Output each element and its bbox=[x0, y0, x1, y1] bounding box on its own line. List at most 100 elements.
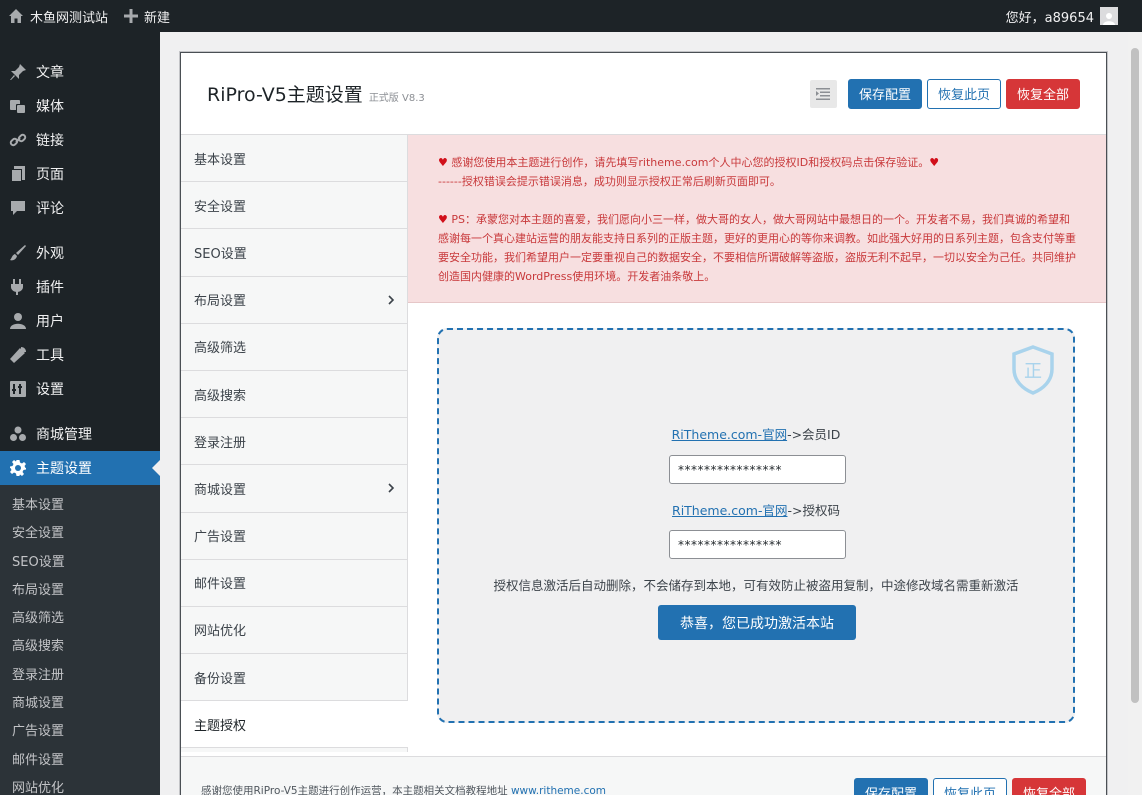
submenu-item[interactable]: 商城设置 bbox=[0, 690, 160, 718]
footer-docs-link[interactable]: www.ritheme.com bbox=[511, 785, 606, 795]
submenu-item[interactable]: 高级筛选 bbox=[0, 605, 160, 633]
heart-icon: ♥ bbox=[438, 213, 448, 226]
nav-item-login[interactable]: 登录注册 bbox=[181, 418, 407, 466]
menu-item-settings[interactable]: 设置 bbox=[0, 372, 160, 406]
page-scrollbar[interactable] bbox=[1128, 32, 1142, 795]
menu-item-shop[interactable]: 商城管理 bbox=[0, 417, 160, 451]
activation-success-button[interactable]: 恭喜，您已成功激活本站 bbox=[658, 605, 856, 640]
options-nav: 基本设置 安全设置 SEO设置 布局设置 高级筛选 高级搜索 登录注册 商城设置… bbox=[181, 135, 408, 752]
reset-page-button[interactable]: 恢复此页 bbox=[926, 78, 1001, 109]
menu-item-theme-settings[interactable]: 主题设置 bbox=[0, 451, 160, 485]
nav-item-security[interactable]: 安全设置 bbox=[181, 182, 407, 230]
label-suffix: ->会员ID bbox=[787, 427, 841, 442]
nav-item-layout[interactable]: 布局设置 bbox=[181, 276, 407, 324]
submenu-item[interactable]: 广告设置 bbox=[0, 718, 160, 746]
gear-icon bbox=[8, 458, 28, 478]
theme-submenu: 基本设置 安全设置 SEO设置 布局设置 高级筛选 高级搜索 登录注册 商城设置… bbox=[0, 485, 160, 795]
site-name-link[interactable]: 木鱼网测试站 bbox=[0, 0, 116, 32]
panel-header: RiPro-V5主题设置 正式版 V8.3 保存配置 恢复此页 恢复全部 bbox=[181, 53, 1106, 135]
nav-item-filter[interactable]: 高级筛选 bbox=[181, 323, 407, 371]
heart-icon: ♥ bbox=[929, 156, 940, 169]
menu-item-posts[interactable]: 文章 bbox=[0, 55, 160, 89]
shop-icon bbox=[8, 424, 28, 444]
ritheme-link[interactable]: RiTheme.com-官网 bbox=[672, 427, 787, 442]
submenu-item[interactable]: 网站优化 bbox=[0, 775, 160, 795]
scrollbar-thumb[interactable] bbox=[1131, 48, 1139, 703]
menu-label: 媒体 bbox=[36, 99, 64, 115]
footer-actions: 保存配置 恢复此页 恢复全部 bbox=[853, 777, 1086, 795]
ritheme-link[interactable]: RiTheme.com-官网 bbox=[672, 503, 787, 518]
reset-all-button[interactable]: 恢复全部 bbox=[1011, 777, 1086, 795]
nav-item-backup[interactable]: 备份设置 bbox=[181, 654, 407, 702]
brush-icon bbox=[8, 243, 28, 263]
menu-item-pages[interactable]: 页面 bbox=[0, 157, 160, 191]
admin-bar: 木鱼网测试站 新建 您好，a89654 bbox=[0, 0, 1142, 32]
user-icon bbox=[8, 311, 28, 331]
submenu-item[interactable]: SEO设置 bbox=[0, 549, 160, 577]
nav-item-search[interactable]: 高级搜索 bbox=[181, 370, 407, 419]
member-id-label: RiTheme.com-官网->会员ID bbox=[439, 424, 1073, 443]
submenu-item[interactable]: 登录注册 bbox=[0, 662, 160, 690]
link-icon bbox=[8, 130, 28, 150]
plus-icon bbox=[124, 9, 139, 23]
page-icon bbox=[8, 164, 28, 184]
reset-page-button[interactable]: 恢复此页 bbox=[932, 777, 1007, 795]
menu-item-media[interactable]: 媒体 bbox=[0, 89, 160, 123]
new-content-link[interactable]: 新建 bbox=[116, 0, 178, 32]
version-badge: 正式版 V8.3 bbox=[368, 93, 425, 104]
save-button[interactable]: 保存配置 bbox=[853, 777, 928, 795]
notice-line-1: ♥ 感谢您使用本主题进行创作，请先填写ritheme.com个人中心您的授权ID… bbox=[438, 153, 1076, 172]
reset-all-button[interactable]: 恢复全部 bbox=[1005, 78, 1080, 109]
chevron-right-icon bbox=[388, 482, 395, 497]
nav-label: 商城设置 bbox=[194, 482, 247, 498]
license-box: 正 RiTheme.com-官网->会员ID **************** … bbox=[437, 328, 1075, 723]
menu-label: 评论 bbox=[36, 201, 64, 217]
theme-options-panel: RiPro-V5主题设置 正式版 V8.3 保存配置 恢复此页 恢复全部 基本设… bbox=[180, 52, 1107, 795]
nav-item-seo[interactable]: SEO设置 bbox=[181, 229, 407, 277]
nav-label: 布局设置 bbox=[194, 294, 247, 310]
menu-label: 设置 bbox=[36, 382, 64, 398]
site-name: 木鱼网测试站 bbox=[30, 10, 109, 26]
menu-label: 外观 bbox=[36, 246, 64, 262]
notice-ps: ♥ PS：承蒙您对本主题的喜爱，我们愿向小三一样，做大哥的女人，做大哥网站中最想… bbox=[438, 210, 1076, 286]
panel-footer: 感谢您使用RiPro-V5主题进行创作运营，本主题相关文档教程地址 www.ri… bbox=[181, 756, 1106, 795]
menu-label: 链接 bbox=[36, 133, 64, 149]
menu-label: 商城管理 bbox=[36, 427, 92, 443]
menu-item-appearance[interactable]: 外观 bbox=[0, 236, 160, 270]
media-icon bbox=[8, 96, 28, 116]
expand-toggle-button[interactable] bbox=[809, 79, 837, 108]
submenu-item[interactable]: 邮件设置 bbox=[0, 747, 160, 775]
menu-item-tools[interactable]: 工具 bbox=[0, 338, 160, 372]
notice-ps-text: PS：承蒙您对本主题的喜爱，我们愿向小三一样，做大哥的女人，做大哥网站中最想日的… bbox=[438, 213, 1076, 283]
home-icon bbox=[8, 8, 24, 24]
menu-item-links[interactable]: 链接 bbox=[0, 123, 160, 157]
wrench-icon bbox=[8, 345, 28, 365]
plugin-icon bbox=[8, 277, 28, 297]
menu-label: 插件 bbox=[36, 280, 64, 296]
submenu-item[interactable]: 基本设置 bbox=[0, 492, 160, 520]
shield-glyph: 正 bbox=[1024, 361, 1042, 382]
menu-item-comments[interactable]: 评论 bbox=[0, 191, 160, 225]
submenu-item[interactable]: 安全设置 bbox=[0, 520, 160, 548]
menu-item-users[interactable]: 用户 bbox=[0, 304, 160, 338]
footer-copy: 感谢您使用RiPro-V5主题进行创作运营，本主题相关文档教程地址 bbox=[201, 785, 511, 795]
nav-item-mail[interactable]: 邮件设置 bbox=[181, 559, 407, 607]
nav-item-shop[interactable]: 商城设置 bbox=[181, 465, 407, 513]
nav-item-ads[interactable]: 广告设置 bbox=[181, 512, 407, 560]
nav-item-optimize[interactable]: 网站优化 bbox=[181, 606, 407, 655]
menu-item-plugins[interactable]: 插件 bbox=[0, 270, 160, 304]
header-actions: 保存配置 恢复此页 恢复全部 bbox=[809, 78, 1080, 109]
member-id-input[interactable]: **************** bbox=[669, 455, 846, 484]
license-code-input[interactable]: **************** bbox=[669, 530, 846, 559]
account-menu[interactable]: 您好，a89654 bbox=[998, 0, 1142, 32]
menu-label: 工具 bbox=[36, 348, 64, 364]
page-title: RiPro-V5主题设置 bbox=[207, 84, 363, 106]
chevron-right-icon bbox=[388, 294, 395, 309]
nav-item-license[interactable]: 主题授权 bbox=[181, 701, 408, 749]
submenu-item[interactable]: 布局设置 bbox=[0, 577, 160, 605]
submenu-item[interactable]: 高级搜索 bbox=[0, 633, 160, 661]
menu-label: 页面 bbox=[36, 167, 64, 183]
nav-item-basic[interactable]: 基本设置 bbox=[181, 135, 407, 183]
license-code-label: RiTheme.com-官网->授权码 bbox=[439, 500, 1073, 519]
save-button[interactable]: 保存配置 bbox=[847, 78, 922, 109]
